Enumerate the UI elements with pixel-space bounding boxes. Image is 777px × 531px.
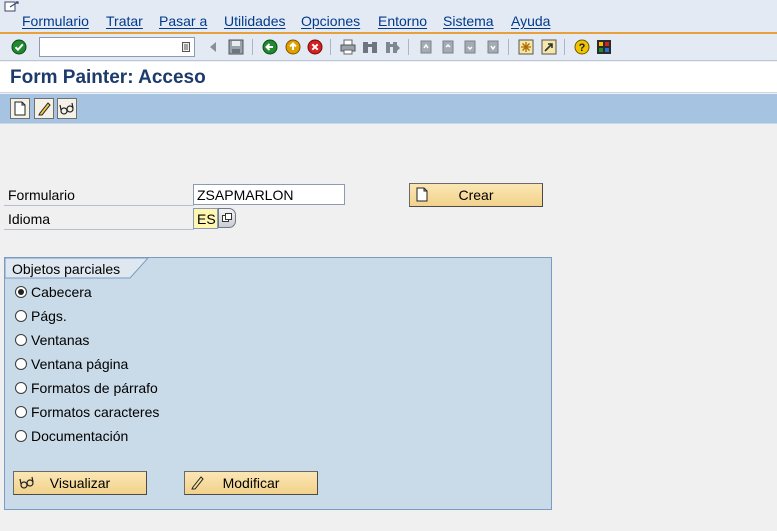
- radio-label: Ventana página: [31, 356, 129, 372]
- command-field[interactable]: [39, 37, 195, 57]
- create-session-icon[interactable]: [517, 38, 535, 56]
- language-label: Idioma: [8, 211, 51, 227]
- value-help-icon[interactable]: [218, 208, 236, 228]
- radio-formatos-parrafo[interactable]: Formatos de párrafo: [15, 379, 158, 397]
- create-button[interactable]: Crear: [409, 183, 543, 207]
- standard-toolbar: ?: [0, 34, 777, 61]
- radio-button[interactable]: [15, 382, 27, 394]
- application-toolbar: [0, 94, 777, 124]
- customize-layout-icon[interactable]: [595, 38, 613, 56]
- radio-label: Formatos de párrafo: [31, 380, 158, 396]
- radio-button[interactable]: [15, 358, 27, 370]
- svg-text:?: ?: [579, 42, 586, 54]
- menu-opciones[interactable]: Opciones: [301, 13, 360, 29]
- display-button-label: Visualizar: [49, 475, 111, 491]
- radio-label: Formatos caracteres: [31, 404, 160, 420]
- menu-tratar[interactable]: Tratar: [106, 13, 143, 29]
- radio-ventana-pagina[interactable]: Ventana página: [15, 355, 128, 373]
- subobjects-group: Objetos parciales Cabecera Págs. Ventana…: [4, 257, 552, 510]
- radio-button[interactable]: [15, 430, 27, 442]
- next-page-icon[interactable]: [461, 38, 479, 56]
- menu-entorno[interactable]: Entorno: [378, 13, 427, 29]
- title-bar: Form Painter: Acceso: [0, 62, 777, 93]
- menu-utilidades[interactable]: Utilidades: [224, 13, 285, 29]
- language-input[interactable]: [193, 208, 218, 229]
- save-icon[interactable]: [227, 38, 245, 56]
- create-icon[interactable]: [10, 98, 30, 119]
- display-button[interactable]: Visualizar: [13, 471, 147, 495]
- form-label: Formulario: [8, 187, 75, 203]
- radio-label: Ventanas: [31, 332, 90, 348]
- page-title: Form Painter: Acceso: [10, 67, 206, 88]
- radio-label: Cabecera: [31, 284, 92, 300]
- help-icon[interactable]: ?: [573, 38, 591, 56]
- menu-pasar-a[interactable]: Pasar a: [159, 13, 207, 29]
- radio-ventanas[interactable]: Ventanas: [15, 331, 89, 349]
- find-next-icon[interactable]: [384, 38, 402, 56]
- group-title: Objetos parciales: [12, 261, 121, 277]
- radio-pags[interactable]: Págs.: [15, 307, 67, 325]
- find-icon[interactable]: [361, 38, 379, 56]
- previous-page-icon[interactable]: [439, 38, 457, 56]
- radio-cabecera[interactable]: Cabecera: [15, 283, 92, 301]
- collapse-arrow-icon[interactable]: [204, 38, 222, 56]
- radio-button[interactable]: [15, 334, 27, 346]
- radio-button[interactable]: [15, 310, 27, 322]
- print-icon[interactable]: [339, 38, 357, 56]
- cancel-icon[interactable]: [306, 38, 324, 56]
- back-icon[interactable]: [261, 38, 279, 56]
- radio-label: Documentación: [31, 428, 129, 444]
- change-button-label: Modificar: [222, 475, 280, 491]
- menu-ayuda[interactable]: Ayuda: [511, 13, 550, 29]
- radio-button[interactable]: [15, 286, 27, 298]
- last-page-icon[interactable]: [484, 38, 502, 56]
- shortcut-icon[interactable]: [540, 38, 558, 56]
- change-button[interactable]: Modificar: [184, 471, 318, 495]
- command-input[interactable]: [42, 39, 172, 55]
- form-name-input[interactable]: [193, 184, 345, 205]
- change-pencil-icon[interactable]: [34, 98, 54, 119]
- history-icon[interactable]: [182, 42, 190, 52]
- exit-icon[interactable]: [284, 38, 302, 56]
- menu-bar: Formulario Tratar Pasar a Utilidades Opc…: [0, 0, 777, 32]
- menu-formulario[interactable]: Formulario: [22, 13, 89, 29]
- radio-label: Págs.: [31, 308, 67, 324]
- system-menu-icon[interactable]: [4, 1, 20, 13]
- menu-sistema[interactable]: Sistema: [443, 13, 494, 29]
- radio-button[interactable]: [15, 406, 27, 418]
- display-glasses-icon[interactable]: [57, 98, 77, 119]
- radio-formatos-caracteres[interactable]: Formatos caracteres: [15, 403, 159, 421]
- create-button-label: Crear: [458, 187, 494, 203]
- enter-icon[interactable]: [10, 38, 28, 56]
- radio-documentacion[interactable]: Documentación: [15, 427, 128, 445]
- first-page-icon[interactable]: [417, 38, 435, 56]
